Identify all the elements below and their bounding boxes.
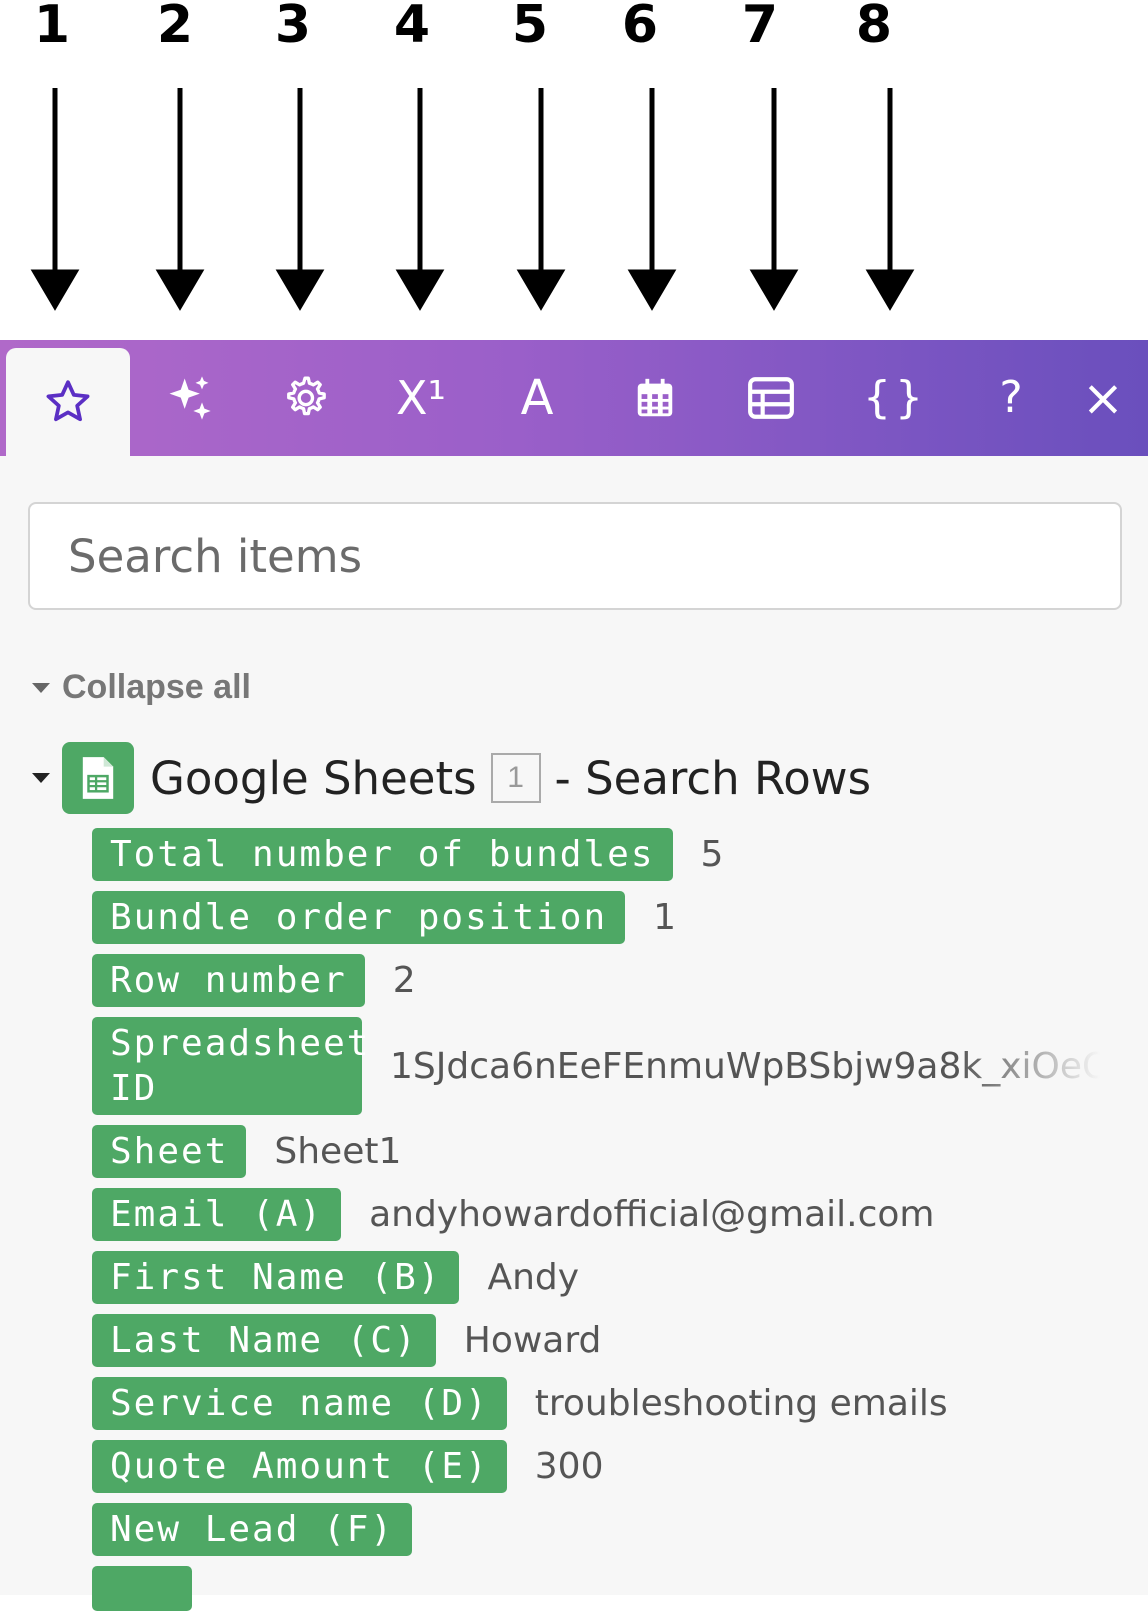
item-value: 300 xyxy=(534,1446,604,1487)
item-pill-email[interactable]: Email (A) xyxy=(92,1188,342,1241)
arrow-4-head xyxy=(395,269,445,311)
item-pill-sheet[interactable]: Sheet xyxy=(92,1125,247,1178)
tab-date-functions[interactable] xyxy=(596,340,714,456)
list-item: Last Name (C) Howard xyxy=(92,1314,1122,1367)
arrow-3-head xyxy=(275,269,325,311)
braces-icon: {} xyxy=(863,372,927,423)
close-button[interactable]: × xyxy=(1060,340,1146,456)
item-value: andyhowardofficial@gmail.com xyxy=(369,1194,935,1235)
tab-general-functions[interactable] xyxy=(246,340,364,456)
item-pill-total-bundles[interactable]: Total number of bundles xyxy=(92,828,673,881)
sparkles-icon xyxy=(169,376,211,420)
arrows xyxy=(30,88,915,311)
collapse-all-label: Collapse all xyxy=(62,668,251,706)
arrow-6-head xyxy=(627,269,677,311)
tab-custom-variables[interactable]: {} xyxy=(836,340,954,456)
tab-ai-functions[interactable] xyxy=(130,340,248,456)
star-icon xyxy=(46,380,90,422)
item-pill-first-name[interactable]: First Name (B) xyxy=(92,1251,460,1304)
list-item: Quote Amount (E) 300 xyxy=(92,1440,1122,1493)
close-icon: × xyxy=(1082,369,1124,427)
item-value: 1 xyxy=(653,897,677,938)
module-action: - Search Rows xyxy=(554,751,872,805)
arrow-8-head xyxy=(865,269,915,311)
tab-array-functions[interactable] xyxy=(712,340,830,456)
item-pill-row-number[interactable]: Row number xyxy=(92,954,365,1007)
item-value: Howard xyxy=(463,1320,602,1361)
item-pill-quote-amount[interactable]: Quote Amount (E) xyxy=(92,1440,507,1493)
list-item: First Name (B) Andy xyxy=(92,1251,1122,1304)
arrow-2-head xyxy=(155,269,205,311)
item-list: Total number of bundles 5 Bundle order p… xyxy=(92,828,1122,1621)
item-pill-service-name[interactable]: Service name (D) xyxy=(92,1377,507,1430)
arrow-7-head xyxy=(749,269,799,311)
list-item xyxy=(92,1566,1122,1611)
table-icon xyxy=(748,377,794,419)
module-name: Google Sheets xyxy=(150,751,477,805)
annotation-overlay: 1 2 3 4 5 6 7 8 xyxy=(0,0,1148,340)
text-icon: A xyxy=(520,370,554,426)
list-item: Sheet Sheet1 xyxy=(92,1125,1122,1178)
tab-math-functions[interactable]: X¹ xyxy=(362,340,480,456)
module-id-badge: 1 xyxy=(490,753,541,803)
help-icon: ? xyxy=(999,372,1023,423)
tab-favorites[interactable] xyxy=(6,348,130,456)
calendar-icon xyxy=(637,378,673,417)
item-value: troubleshooting emails xyxy=(534,1383,948,1424)
list-item: Spreadsheet ID 1SJdca6nEeFEnmuWpBSbjw9a8… xyxy=(92,1017,1122,1115)
item-pill-partial[interactable] xyxy=(92,1566,192,1611)
item-value: Andy xyxy=(487,1257,580,1298)
item-value: 1SJdca6nEeFEnmuWpBSbjw9a8k_xiOeOm xyxy=(390,1045,1100,1087)
search-input[interactable] xyxy=(28,502,1122,610)
caret-down-icon xyxy=(32,682,50,693)
tab-text-functions[interactable]: A xyxy=(478,340,596,456)
list-item: Total number of bundles 5 xyxy=(92,828,1122,881)
item-pill-last-name[interactable]: Last Name (C) xyxy=(92,1314,436,1367)
google-sheets-icon xyxy=(62,742,134,814)
item-value: Sheet1 xyxy=(274,1131,402,1172)
mapping-toolbar: X¹ A {} ? × xyxy=(0,340,1148,456)
item-pill-spreadsheet-id[interactable]: Spreadsheet ID xyxy=(92,1017,368,1115)
list-item: New Lead (F) xyxy=(92,1503,1122,1556)
item-value: 5 xyxy=(700,834,724,875)
mapping-panel: Collapse all Google Sheets 1 - Search Ro… xyxy=(0,456,1148,1611)
help-button[interactable]: ? xyxy=(966,340,1056,456)
gear-icon xyxy=(287,376,326,416)
caret-down-icon xyxy=(32,773,50,783)
item-pill-bundle-position[interactable]: Bundle order position xyxy=(92,891,626,944)
list-item: Service name (D) troubleshooting emails xyxy=(92,1377,1122,1430)
item-value: 2 xyxy=(392,960,416,1001)
collapse-all-toggle[interactable]: Collapse all xyxy=(32,668,251,707)
list-item: Bundle order position 1 xyxy=(92,891,1122,944)
item-pill-new-lead[interactable]: New Lead (F) xyxy=(92,1503,413,1556)
module-header[interactable]: Google Sheets 1 - Search Rows xyxy=(32,742,871,814)
list-item: Row number 2 xyxy=(92,954,1122,1007)
arrow-1-head xyxy=(30,269,80,311)
superscript-icon: X¹ xyxy=(396,371,446,425)
arrow-5-head xyxy=(516,269,566,311)
list-item: Email (A) andyhowardofficial@gmail.com xyxy=(92,1188,1122,1241)
